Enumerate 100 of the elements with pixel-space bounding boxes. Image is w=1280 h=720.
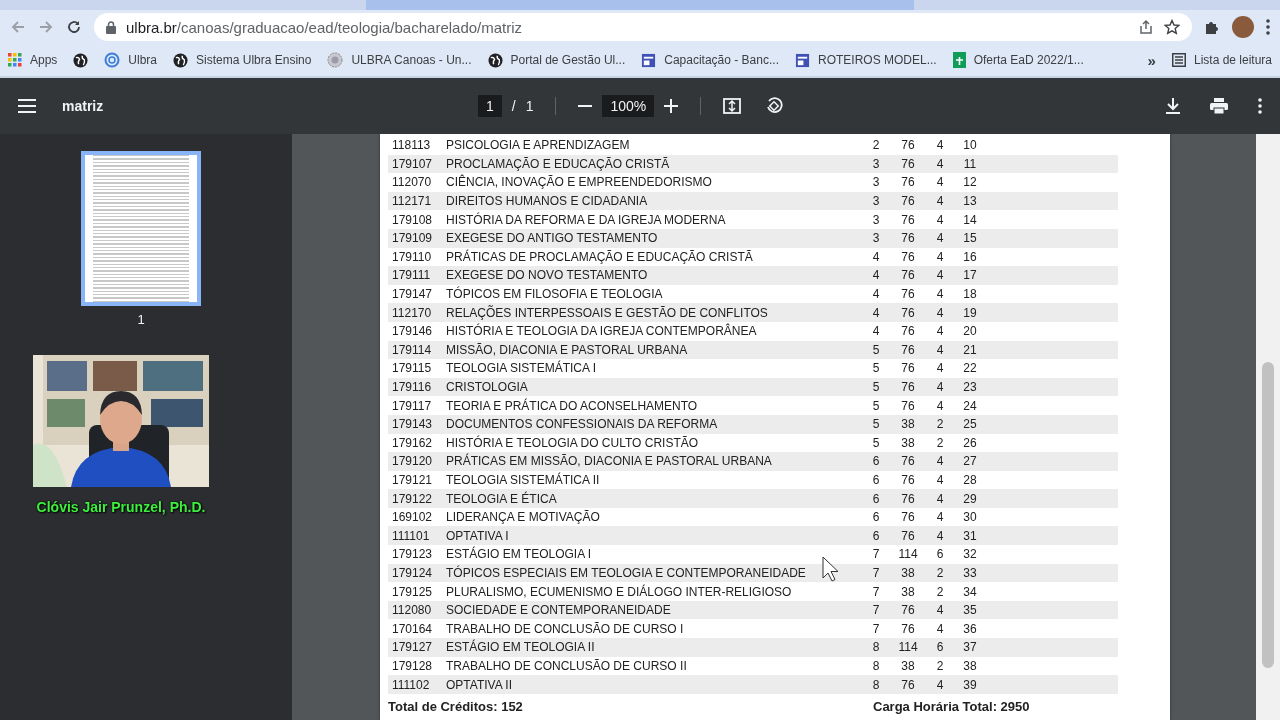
table-cell-text: 2 (871, 138, 881, 153)
table-cell-text: 4 (935, 324, 945, 339)
table-cell-text: 27 (962, 454, 978, 469)
table-cell-text: 4 (935, 175, 945, 190)
zoom-in-icon[interactable] (664, 99, 679, 113)
table-cell: TÓPICOS EM FILOSOFIA E TEOLOGIA (446, 287, 663, 302)
table-cell-text: 112080 (392, 603, 433, 618)
url-text: ulbra.br/canoas/graduacao/ead/teologia/bacharelado/matriz (126, 18, 523, 36)
bookmark[interactable]: Ulbra (104, 52, 158, 68)
table-cell-text: 5 (871, 361, 881, 376)
table-cell-text: 22 (962, 361, 978, 376)
table-cell-text: 179147 (392, 287, 434, 302)
fit-page-icon[interactable] (723, 98, 742, 114)
table-cell-text: 76 (900, 156, 916, 171)
bookmark[interactable]: Portal de Gestão Ul... (487, 52, 626, 68)
globe-icon (73, 52, 89, 68)
ring-logo-icon (104, 52, 121, 68)
bookmark[interactable]: Capacitação - Banc... (641, 52, 779, 68)
avatar-icon[interactable] (1232, 16, 1254, 38)
table-cell-text: 179114 (392, 342, 433, 357)
table-cell-text: 2 (935, 584, 945, 599)
table-cell-text: 35 (962, 603, 978, 618)
table-cell-text: 17 (962, 268, 978, 283)
table-cell-text: 8 (871, 677, 881, 692)
table-cell: EXEGESE DO ANTIGO TESTAMENTO (446, 231, 658, 246)
reload-icon[interactable] (66, 19, 82, 35)
table-cell-text: 2 (935, 565, 945, 580)
table-cell-text: 76 (900, 491, 916, 506)
table-cell-text: 4 (935, 156, 945, 171)
table-cell-text: 179107 (392, 156, 434, 171)
table-cell-text: 37 (962, 640, 978, 655)
bookmarks-overflow[interactable]: » (1147, 51, 1156, 69)
table-cell-text: 179143 (392, 417, 434, 432)
table-cell-text: 179125 (392, 584, 434, 599)
table-cell: CRISTOLOGIA (446, 380, 528, 394)
table-cell: SOCIEDADE E CONTEMPORANEIDADE (446, 603, 671, 618)
bookmark[interactable]: Apps (8, 53, 58, 67)
document-title: matriz (62, 98, 104, 114)
bookmark[interactable]: ULBRA Canoas - Un... (327, 52, 472, 68)
menu-icon[interactable] (18, 99, 36, 113)
table-cell-text: 170164 (392, 621, 434, 636)
bookmark[interactable]: Sistema Ulbra Ensino (173, 52, 312, 68)
table-cell-text: 179110 (392, 249, 433, 264)
kebab-menu-icon[interactable] (1266, 19, 1270, 35)
table-cell-text: 29 (962, 491, 978, 506)
table-cell-text: 38 (900, 435, 916, 450)
table-cell-text: 4 (871, 305, 881, 320)
table-cell-text: 179117 (392, 398, 433, 413)
table-cell-text: 76 (900, 380, 916, 394)
table-cell-text: 4 (935, 305, 945, 320)
table-cell-text: 4 (935, 194, 945, 209)
table-cell-text: 179108 (392, 212, 434, 227)
bookmark[interactable]: Oferta EaD 2022/1... (952, 52, 1084, 68)
table-cell-text: 6 (871, 528, 881, 543)
table-cell-text: 76 (900, 342, 916, 357)
table-cell-text: 179162 (392, 435, 434, 450)
table-cell: OPTATIVA I (446, 528, 509, 543)
table-cell-text: 8 (871, 640, 881, 655)
page-thumbnail-label: 1 (137, 312, 145, 327)
table-cell-text: 4 (935, 491, 945, 506)
table-cell-text: 34 (962, 584, 978, 599)
table-cell-text: 76 (900, 194, 916, 209)
apps-grid-icon (8, 53, 22, 67)
form-icon (794, 52, 810, 68)
table-cell-text: 12 (962, 175, 978, 190)
address-bar[interactable]: ulbra.br/canoas/graduacao/ead/teologia/bacharelado/matriz (94, 13, 1192, 41)
print-icon[interactable] (1210, 98, 1228, 114)
table-cell-text: 6 (871, 491, 881, 506)
download-icon[interactable] (1166, 98, 1180, 114)
table-cell-text: 111102 (392, 677, 431, 692)
table-cell-text: 4 (935, 212, 945, 227)
table-cell-text: 4 (935, 380, 945, 394)
lock-icon (106, 20, 116, 34)
bookmark[interactable]: ROTEIROS MODEL... (794, 52, 937, 68)
table-cell-text: 76 (900, 361, 916, 376)
page-thumbnail[interactable] (81, 151, 201, 306)
bookmark[interactable] (73, 52, 89, 68)
table-cell-text: 76 (900, 473, 916, 487)
table-cell-text: 179146 (392, 324, 434, 339)
zoom-field[interactable]: 100% (602, 95, 655, 117)
scrollbar[interactable] (1256, 134, 1280, 720)
table-cell-text: 76 (900, 138, 916, 153)
table-cell-text: 4 (871, 287, 881, 302)
reading-list-button[interactable]: Lista de leitura (1171, 53, 1272, 67)
share-icon[interactable] (1138, 19, 1154, 35)
table-cell-text: 118113 (392, 138, 432, 153)
table-cell-text: 38 (900, 417, 916, 432)
table-cell-text: 4 (935, 342, 945, 357)
table-cell-text: 6 (935, 640, 945, 655)
table-cell-text: 179120 (392, 454, 434, 469)
globe-icon (173, 52, 189, 68)
puzzle-icon[interactable] (1204, 19, 1220, 35)
page-number-field[interactable]: 1 (478, 95, 502, 117)
kebab-menu-icon[interactable] (1258, 98, 1262, 114)
table-cell-text: 15 (962, 231, 978, 246)
page-separator: / (511, 98, 516, 114)
rotate-icon[interactable] (765, 97, 784, 115)
table-cell: HISTÓRIA DA REFORMA E DA IGREJA MODERNA (446, 212, 726, 227)
star-icon[interactable] (1164, 19, 1180, 35)
table-cell-text: 76 (900, 305, 916, 320)
